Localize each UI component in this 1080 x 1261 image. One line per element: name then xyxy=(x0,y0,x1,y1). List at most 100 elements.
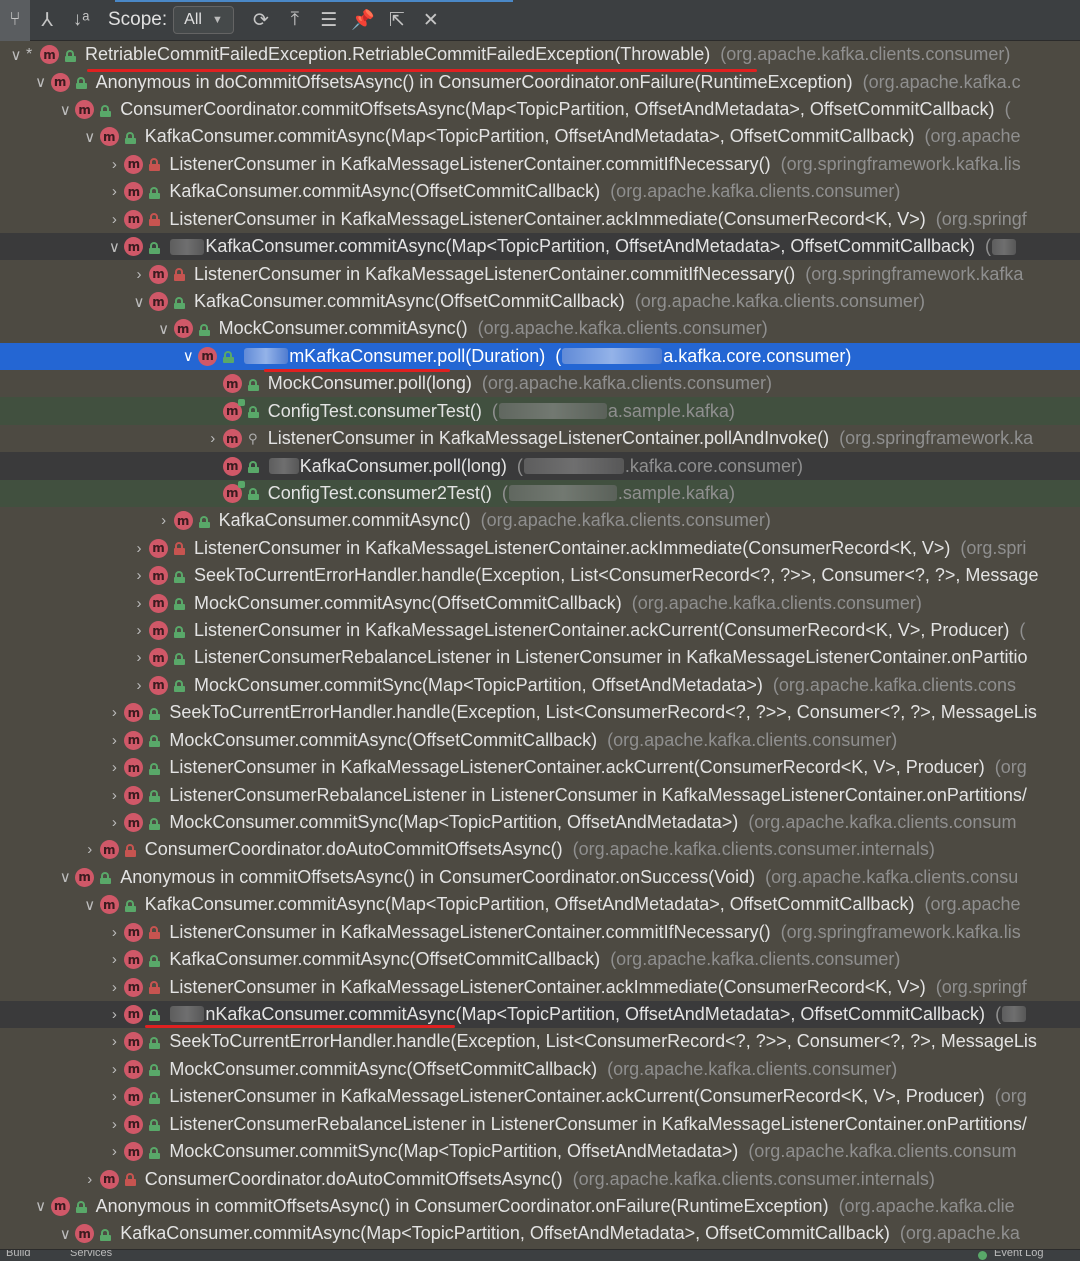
chevron-right-icon[interactable]: › xyxy=(104,1061,124,1078)
tree-row[interactable]: › m ConsumerCoordinator.doAutoCommitOffset… xyxy=(0,836,1080,863)
chevron-down-icon[interactable]: ∨ xyxy=(80,896,100,914)
chevron-right-icon[interactable]: › xyxy=(104,156,124,173)
chevron-right-icon[interactable]: › xyxy=(104,732,124,749)
chevron-right-icon[interactable]: › xyxy=(129,567,149,584)
chevron-right-icon[interactable]: › xyxy=(104,1143,124,1160)
tree-row[interactable]: › m SeekToCurrentErrorHandler.handle(Excep… xyxy=(0,562,1080,589)
chevron-right-icon[interactable]: › xyxy=(104,183,124,200)
sort-alphabetically-icon[interactable]: ↓ᵃ xyxy=(64,3,98,37)
build-tab[interactable]: Build xyxy=(6,1250,30,1259)
tree-row[interactable]: › m ⚲ ListenerConsumer in KafkaMessageListe… xyxy=(0,425,1080,452)
tree-row[interactable]: › m MockConsumer.commitSync(Map<TopicParti… xyxy=(0,809,1080,836)
tree-row[interactable]: › m ListenerConsumer in KafkaMessageListen… xyxy=(0,973,1080,1000)
tree-row[interactable]: ∨ m KafkaConsumer.commitAsync(Map<TopicPar… xyxy=(0,232,1080,261)
export-icon[interactable]: ⇱ xyxy=(380,3,414,37)
tree-row[interactable]: › m ListenerConsumerRebalanceListener in L… xyxy=(0,1110,1080,1137)
chevron-right-icon[interactable]: › xyxy=(129,266,149,283)
tree-row[interactable]: m ConfigTest.consumer2Test() (.sample.kafk… xyxy=(0,479,1080,508)
chevron-down-icon[interactable]: ∨ xyxy=(31,73,51,91)
tree-row[interactable]: ∨ m mKafkaConsumer.poll(Duration) (a.kafka.… xyxy=(0,342,1080,371)
tree-row[interactable]: ∨ m Anonymous in doCommitOffsetsAsync() in… xyxy=(0,68,1080,95)
chevron-right-icon[interactable]: › xyxy=(80,1171,100,1188)
refresh-icon[interactable]: ⟳ xyxy=(244,3,278,37)
tree-row[interactable]: › m KafkaConsumer.commitAsync(OffsetCommit… xyxy=(0,178,1080,205)
tree-row[interactable]: ∨ m KafkaConsumer.commitAsync(Map<TopicPar… xyxy=(0,123,1080,150)
method-signature: SeekToCurrentErrorHandler.handle(Excepti… xyxy=(169,702,1037,723)
collapse-all-icon[interactable]: ⤒ xyxy=(278,3,312,37)
callee-hierarchy-icon[interactable]: ⅄ xyxy=(30,3,64,37)
chevron-down-icon[interactable]: ∨ xyxy=(80,128,100,146)
chevron-down-icon[interactable]: ∨ xyxy=(55,868,75,886)
tree-row[interactable]: › m KafkaConsumer.commitAsync() (org.apache… xyxy=(0,507,1080,534)
chevron-down-icon[interactable]: ∨ xyxy=(129,293,149,311)
chevron-right-icon[interactable]: › xyxy=(129,540,149,557)
tree-row[interactable]: m KafkaConsumer.poll(long) (.kafka.core.co… xyxy=(0,452,1080,480)
tree-row[interactable]: › m MockConsumer.commitAsync(OffsetCommitC… xyxy=(0,727,1080,754)
tree-row[interactable]: › m ListenerConsumer in KafkaMessageListen… xyxy=(0,919,1080,946)
chevron-right-icon[interactable]: › xyxy=(104,1006,124,1023)
chevron-down-icon[interactable]: ∨ xyxy=(6,46,26,64)
chevron-down-icon[interactable]: ∨ xyxy=(178,347,198,365)
call-hierarchy-tree[interactable]: ∨ * m RetriableCommitFailedException.Retria… xyxy=(0,41,1080,1249)
package-name: (org.apache.kafka.clients.consum xyxy=(748,1141,1017,1162)
chevron-right-icon[interactable]: › xyxy=(104,979,124,996)
tree-row[interactable]: › m SeekToCurrentErrorHandler.handle(Excep… xyxy=(0,699,1080,726)
tree-row[interactable]: ∨ m KafkaConsumer.commitAsync(OffsetCommit… xyxy=(0,288,1080,315)
expand-all-icon[interactable]: ☰ xyxy=(312,3,346,37)
tree-row[interactable]: › m ListenerConsumer in KafkaMessageListen… xyxy=(0,151,1080,178)
chevron-right-icon[interactable]: › xyxy=(104,704,124,721)
tree-row[interactable]: ∨ m KafkaConsumer.commitAsync(Map<TopicPar… xyxy=(0,891,1080,918)
tree-row[interactable]: › m ListenerConsumer in KafkaMessageListen… xyxy=(0,754,1080,781)
tree-row[interactable]: › m ConsumerCoordinator.doAutoCommitOffset… xyxy=(0,1165,1080,1192)
chevron-right-icon[interactable]: › xyxy=(104,1033,124,1050)
tree-row[interactable]: m ConfigTest.consumerTest() (a.sample.kafk… xyxy=(0,397,1080,425)
tree-row[interactable]: ∨ m Anonymous in commitOffsetsAsync() in C… xyxy=(0,1193,1080,1220)
chevron-right-icon[interactable]: › xyxy=(104,1116,124,1133)
chevron-right-icon[interactable]: › xyxy=(104,211,124,228)
tree-row[interactable]: ∨ * m RetriableCommitFailedException.Retria… xyxy=(0,41,1080,68)
tree-row[interactable]: ∨ m Anonymous in commitOffsetsAsync() in C… xyxy=(0,864,1080,891)
tree-row[interactable]: ∨ m ConsumerCoordinator.commitOffsetsAsync… xyxy=(0,96,1080,123)
tree-row[interactable]: › m MockConsumer.commitSync(Map<TopicParti… xyxy=(0,672,1080,699)
chevron-right-icon[interactable]: › xyxy=(104,951,124,968)
tree-row[interactable]: › m ListenerConsumer in KafkaMessageListen… xyxy=(0,617,1080,644)
chevron-down-icon[interactable]: ∨ xyxy=(154,320,174,338)
tree-row[interactable]: › m MockConsumer.commitSync(Map<TopicParti… xyxy=(0,1138,1080,1165)
chevron-right-icon[interactable]: › xyxy=(104,924,124,941)
chevron-right-icon[interactable]: › xyxy=(154,512,174,529)
chevron-right-icon[interactable]: › xyxy=(203,430,223,447)
close-icon[interactable]: ✕ xyxy=(414,3,448,37)
caller-hierarchy-icon[interactable]: ⑂ xyxy=(0,0,30,41)
chevron-right-icon[interactable]: › xyxy=(104,1088,124,1105)
tree-row[interactable]: ∨ m MockConsumer.commitAsync() (org.apache.… xyxy=(0,315,1080,342)
chevron-right-icon[interactable]: › xyxy=(129,595,149,612)
method-icon: m xyxy=(149,593,168,613)
tree-row[interactable]: › m ListenerConsumer in KafkaMessageListen… xyxy=(0,260,1080,287)
tree-row[interactable]: m MockConsumer.poll(long) (org.apache.kafk… xyxy=(0,370,1080,397)
tree-row[interactable]: › m MockConsumer.commitAsync(OffsetCommitC… xyxy=(0,589,1080,616)
chevron-right-icon[interactable]: › xyxy=(104,787,124,804)
chevron-right-icon[interactable]: › xyxy=(80,841,100,858)
tree-row[interactable]: › m ListenerConsumer in KafkaMessageListen… xyxy=(0,535,1080,562)
tree-row[interactable]: › m SeekToCurrentErrorHandler.handle(Excep… xyxy=(0,1028,1080,1055)
tree-row[interactable]: › m ListenerConsumer in KafkaMessageListen… xyxy=(0,1083,1080,1110)
chevron-right-icon[interactable]: › xyxy=(104,759,124,776)
tree-row[interactable]: › m ListenerConsumerRebalanceListener in L… xyxy=(0,644,1080,671)
tree-row[interactable]: › m ListenerConsumer in KafkaMessageListen… xyxy=(0,206,1080,233)
chevron-down-icon[interactable]: ∨ xyxy=(104,238,124,256)
pin-icon[interactable]: 📌 xyxy=(346,3,380,37)
tree-row[interactable]: ∨ m KafkaConsumer.commitAsync(Map<TopicPar… xyxy=(0,1220,1080,1247)
tree-row[interactable]: › m KafkaConsumer.commitAsync(OffsetCommit… xyxy=(0,946,1080,973)
tree-row[interactable]: › m ListenerConsumerRebalanceListener in L… xyxy=(0,781,1080,808)
chevron-down-icon[interactable]: ∨ xyxy=(55,1225,75,1243)
services-tab[interactable]: Services xyxy=(70,1250,112,1259)
chevron-right-icon[interactable]: › xyxy=(129,677,149,694)
chevron-right-icon[interactable]: › xyxy=(129,649,149,666)
scope-dropdown[interactable]: All ▼ xyxy=(173,6,234,34)
chevron-right-icon[interactable]: › xyxy=(104,814,124,831)
chevron-down-icon[interactable]: ∨ xyxy=(31,1197,51,1215)
tree-row[interactable]: › m MockConsumer.commitAsync(OffsetCommitC… xyxy=(0,1056,1080,1083)
chevron-right-icon[interactable]: › xyxy=(129,622,149,639)
chevron-down-icon[interactable]: ∨ xyxy=(55,101,75,119)
event-log-tab[interactable]: Event Log xyxy=(994,1250,1044,1259)
